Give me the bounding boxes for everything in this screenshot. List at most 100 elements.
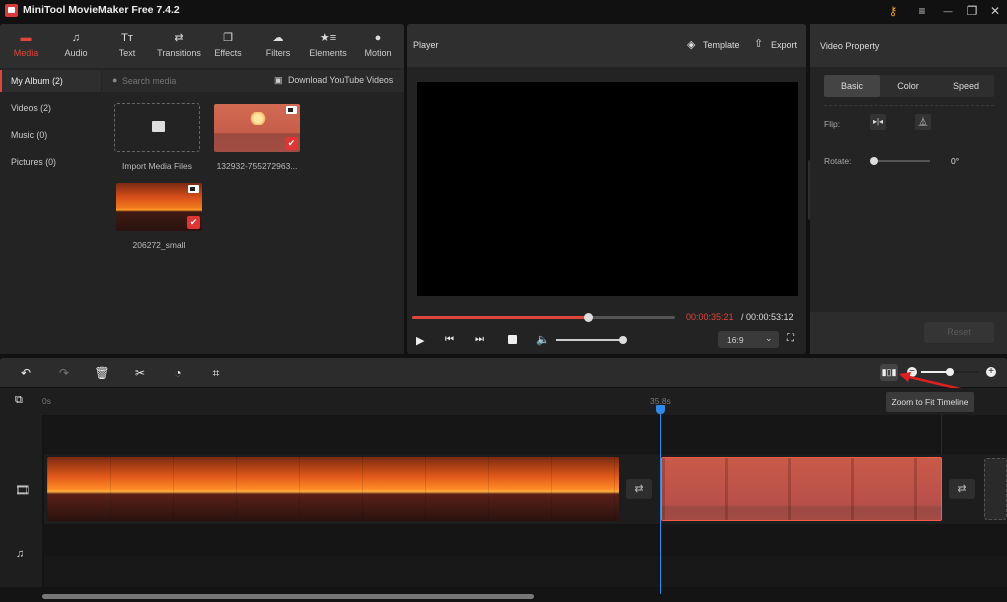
flip-vertical-button[interactable]: ⏅ <box>915 114 931 130</box>
player-title: Player <box>413 40 439 50</box>
music-note-icon: ♫ <box>71 32 81 44</box>
app-title: MiniTool MovieMaker Free 7.4.2 <box>23 4 180 16</box>
tab-media[interactable]: ▬ Media <box>1 24 51 68</box>
category-tabs: ▬ Media ♫ Audio Tт Text ⇄ Transitions ❐ Effec… <box>0 24 404 68</box>
menu-icon[interactable]: ≡ <box>912 2 932 20</box>
download-youtube-link[interactable]: Download YouTube Videos <box>288 75 393 85</box>
audio-track <box>44 525 1007 555</box>
tab-color[interactable]: Color <box>880 75 936 97</box>
import-media-button[interactable] <box>114 103 200 152</box>
transition-button[interactable]: ⇄ <box>626 479 652 499</box>
video-property-panel: Video Property Basic Color Speed Flip: ▸… <box>810 24 1007 354</box>
sidebar-item-my-album[interactable]: My Album (2) <box>0 70 101 92</box>
selected-check-icon: ✔ <box>285 137 298 150</box>
sun-graphic <box>250 112 266 125</box>
play-button[interactable]: ▶ <box>416 334 424 347</box>
zoom-in-button[interactable]: + <box>986 367 996 377</box>
property-tabs: Basic Color Speed <box>824 75 994 97</box>
aspect-ratio-select[interactable]: 16:9 ⌄ <box>718 331 779 348</box>
previous-frame-button[interactable]: ⏮ <box>445 334 454 345</box>
flip-label: Flip: <box>824 119 841 129</box>
current-time: 00:00:35:21 <box>686 312 734 322</box>
tab-text[interactable]: Tт Text <box>102 24 152 68</box>
add-clip-placeholder[interactable] <box>984 458 1007 520</box>
playback-progress-handle[interactable] <box>584 313 594 322</box>
video-clip[interactable] <box>47 457 619 521</box>
volume-icon[interactable]: 🔈 <box>536 333 550 346</box>
playhead-line[interactable] <box>660 410 661 594</box>
export-button[interactable]: Export <box>771 40 797 50</box>
crop-button[interactable]: ⌗ <box>208 365 224 381</box>
tab-motion[interactable]: ● Motion <box>353 24 403 68</box>
chevron-down-icon: ⌄ <box>765 333 773 343</box>
fullscreen-icon[interactable]: ⛶ <box>787 333 794 344</box>
text-track <box>44 415 1007 453</box>
rotate-label: Rotate: <box>824 156 852 166</box>
folder-icon <box>152 121 165 132</box>
property-title: Video Property <box>820 41 880 51</box>
audio-track-icon: ♫ <box>16 548 25 560</box>
tab-filters[interactable]: ☁ Filters <box>253 24 303 68</box>
playhead-handle[interactable] <box>656 405 665 414</box>
video-clip-selected[interactable] <box>661 457 942 521</box>
horizontal-scrollbar[interactable] <box>42 594 534 599</box>
volume-handle[interactable] <box>619 336 627 344</box>
text-icon: Tт <box>121 32 133 44</box>
property-header: Video Property <box>810 24 1007 67</box>
sidebar-item-music[interactable]: Music (0) <box>0 124 101 146</box>
next-frame-button[interactable]: ⏭ <box>475 334 484 345</box>
search-input[interactable] <box>122 73 242 89</box>
tab-basic[interactable]: Basic <box>824 75 880 97</box>
close-button[interactable]: ✕ <box>985 2 1005 20</box>
transition-arrows-icon: ⇄ <box>174 32 184 44</box>
elements-icon: ★≡ <box>319 32 337 44</box>
media-item-name: 206272_small <box>132 240 186 250</box>
divider <box>824 105 994 106</box>
key-icon[interactable]: ⚷ <box>883 2 903 20</box>
stop-button[interactable] <box>508 335 517 344</box>
rotate-value: 0° <box>951 156 960 166</box>
search-bar: ● ▣ Download YouTube Videos <box>102 70 404 92</box>
transition-button[interactable]: ⇄ <box>949 479 975 499</box>
tab-elements[interactable]: ★≡ Elements <box>303 24 353 68</box>
media-item[interactable]: ✔ <box>214 104 300 152</box>
import-media-label: Import Media Files <box>122 161 192 171</box>
video-camera-icon <box>188 185 199 193</box>
flip-horizontal-button[interactable]: ▸|◂ <box>870 114 886 130</box>
media-item[interactable]: ✔ <box>116 183 202 231</box>
add-track-icon[interactable]: ⧉ <box>15 394 23 407</box>
delete-button[interactable]: 🗑 <box>94 365 110 381</box>
restore-button[interactable]: ❐ <box>962 2 982 20</box>
playback-progress-fill <box>412 316 589 319</box>
total-time: / 00:00:53:12 <box>741 312 794 322</box>
sidebar-item-pictures[interactable]: Pictures (0) <box>0 151 101 173</box>
video-camera-icon <box>286 106 297 114</box>
sidebar-item-videos[interactable]: Videos (2) <box>0 97 101 119</box>
tab-transitions[interactable]: ⇄ Transitions <box>152 24 206 68</box>
media-folder-icon: ▬ <box>20 32 32 44</box>
ruler-start-label: 0s <box>42 396 51 406</box>
volume-slider[interactable] <box>556 336 627 344</box>
rotate-slider[interactable] <box>870 157 930 165</box>
reset-button[interactable]: Reset <box>924 322 994 343</box>
media-grid: Import Media Files ✔ 132932-755272963...… <box>102 92 404 354</box>
audio-track-2 <box>44 556 1007 587</box>
template-button[interactable]: Template <box>703 40 740 50</box>
tooltip: Zoom to Fit Timeline <box>886 392 974 412</box>
search-icon: ● <box>112 75 118 85</box>
player-panel: Player ◈ Template ⇧ Export 00:00:35:21 /… <box>407 24 806 354</box>
timeline-end-marker <box>941 415 942 454</box>
redo-button[interactable]: ↷ <box>56 365 72 381</box>
tab-audio[interactable]: ♫ Audio <box>51 24 101 68</box>
playback-progress-track[interactable] <box>412 313 675 322</box>
rotate-handle[interactable] <box>870 157 878 165</box>
tab-effects[interactable]: ❐ Effects <box>203 24 253 68</box>
template-icon: ◈ <box>687 39 696 51</box>
split-button[interactable]: ✂ <box>132 365 148 381</box>
undo-button[interactable]: ↶ <box>18 365 34 381</box>
export-icon: ⇧ <box>754 38 764 50</box>
tab-speed[interactable]: Speed <box>938 75 994 97</box>
timeline-ruler[interactable]: ⧉ 0s 35.8s <box>0 388 1007 415</box>
speed-button[interactable]: ◔ <box>170 365 186 381</box>
minimize-button[interactable]: — <box>938 2 958 20</box>
